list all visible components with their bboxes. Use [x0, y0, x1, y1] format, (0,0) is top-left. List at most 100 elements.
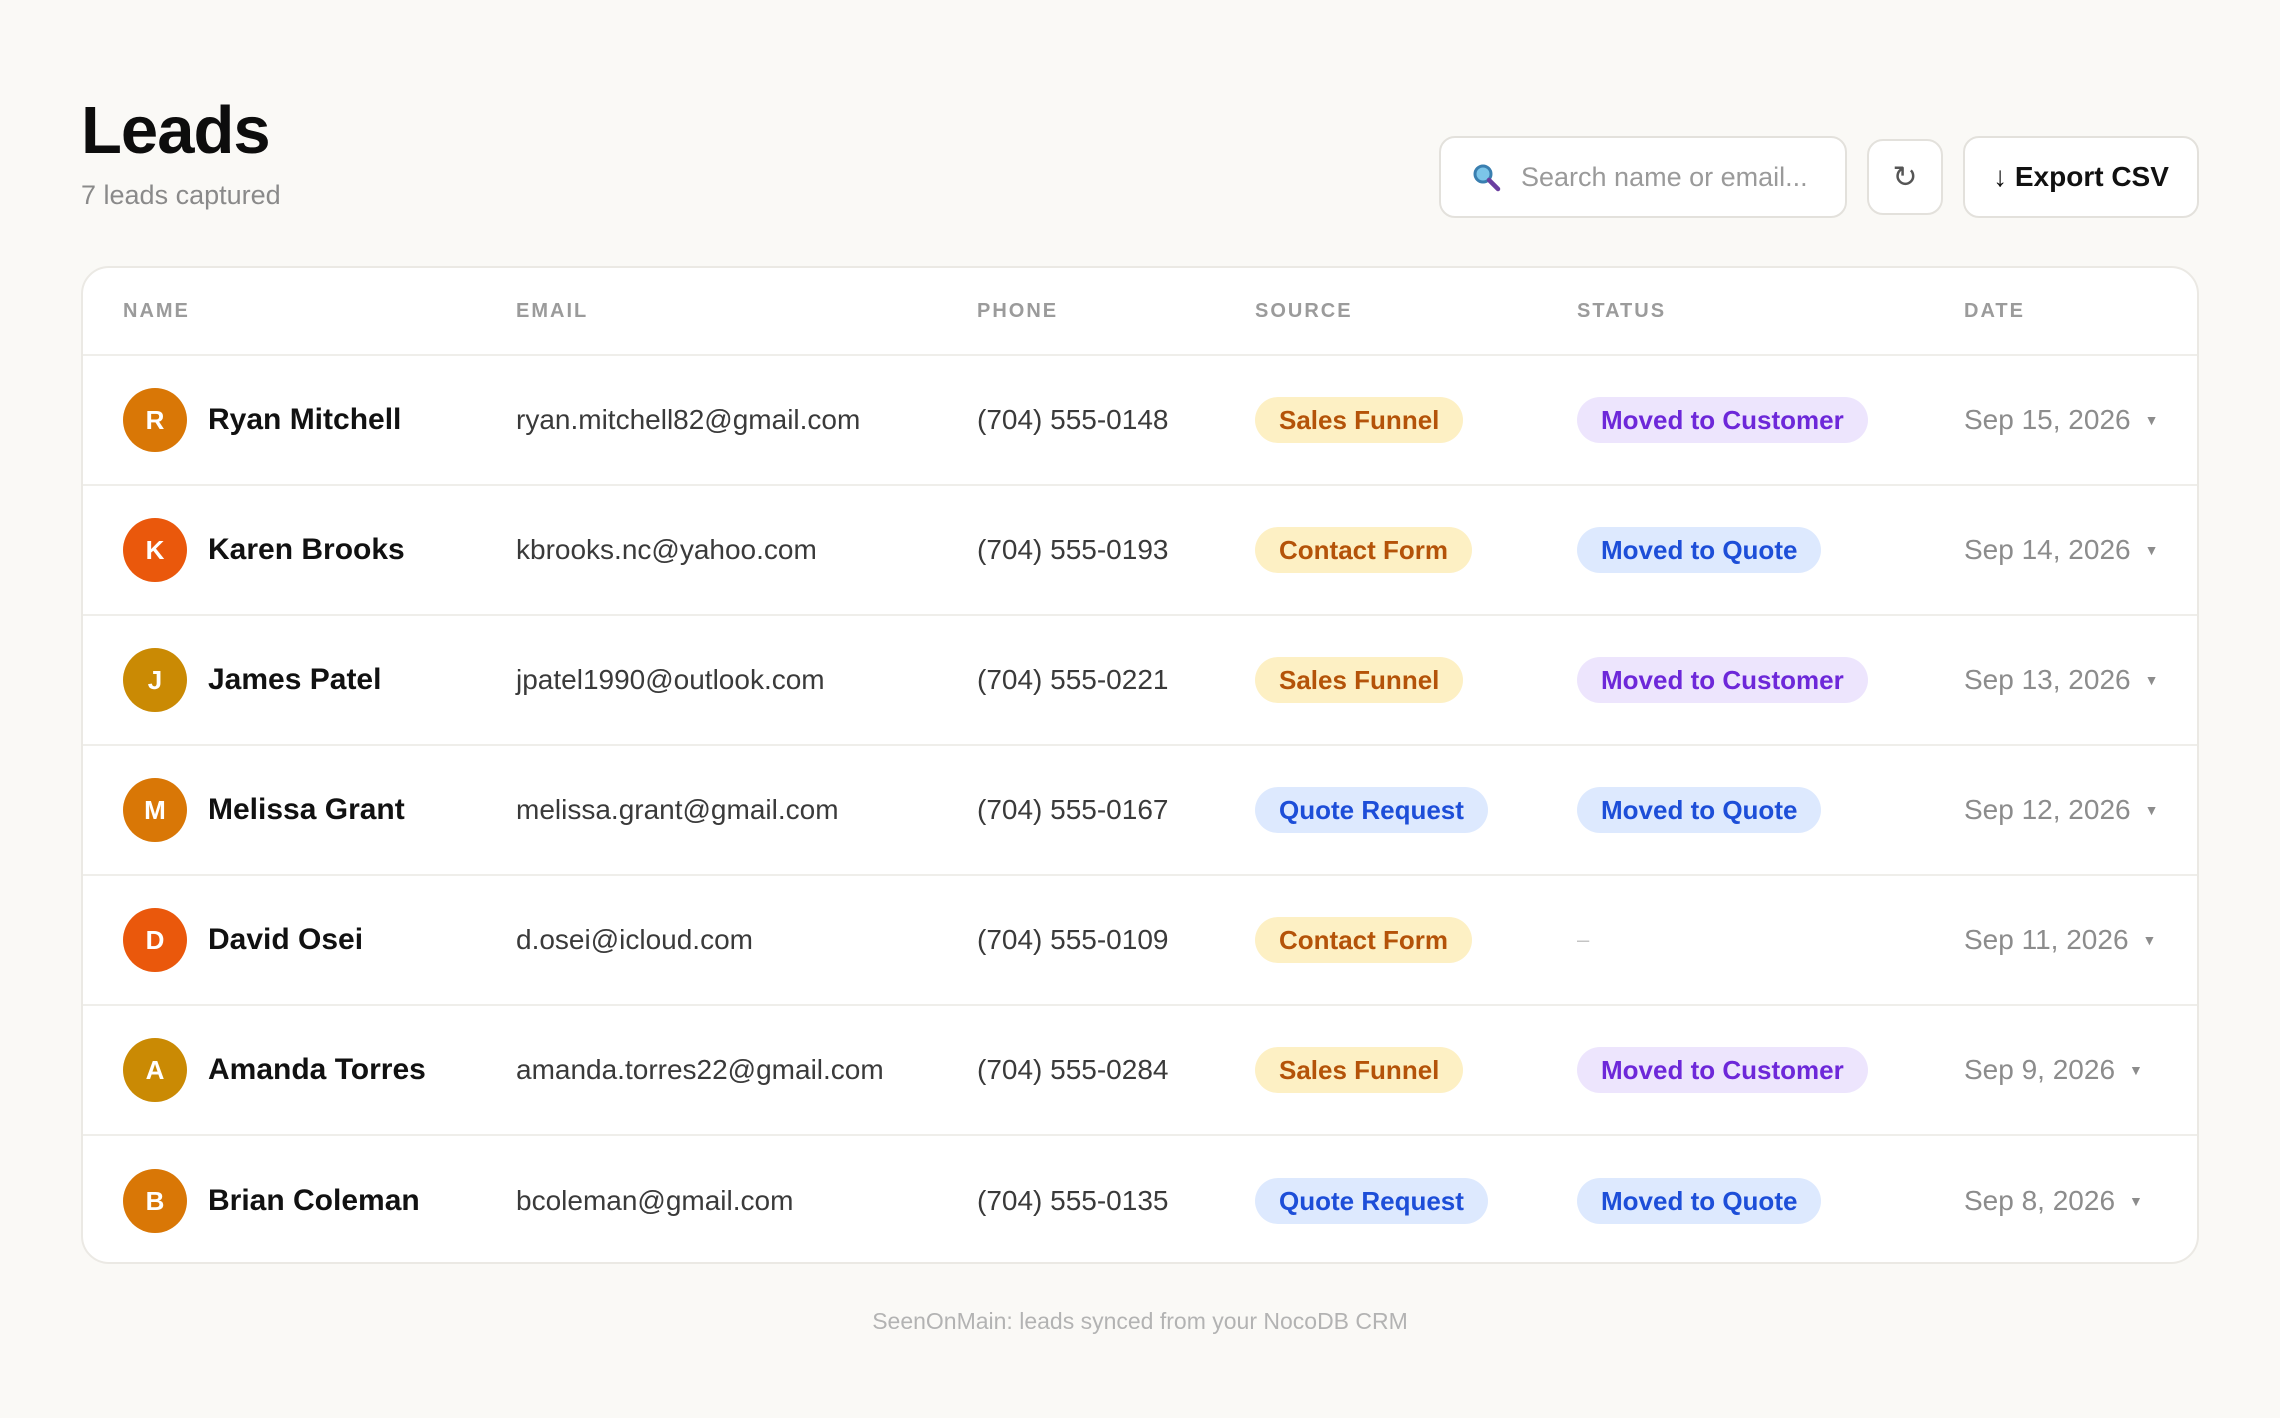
avatar: M [123, 778, 187, 842]
status-badge[interactable]: Moved to Quote [1577, 787, 1822, 833]
name-cell: J James Patel [123, 616, 381, 744]
date-cell[interactable]: Sep 14, 2026 ▼ [1964, 486, 2158, 614]
lead-name: Brian Coleman [208, 1184, 420, 1217]
footer-note: SeenOnMain: leads synced from your NocoD… [872, 1308, 1408, 1334]
leads-table: NAME EMAIL PHONE SOURCE STATUS DATE R Ry… [81, 266, 2199, 1264]
lead-phone: (704) 555-0109 [977, 924, 1169, 955]
status-cell: Moved to Customer [1577, 1006, 1868, 1134]
search-input[interactable] [1521, 161, 1821, 193]
name-cell: M Melissa Grant [123, 746, 405, 874]
lead-email: jpatel1990@outlook.com [516, 664, 825, 695]
source-cell: Sales Funnel [1255, 1006, 1464, 1134]
chevron-down-icon[interactable]: ▼ [2145, 412, 2159, 428]
table-row[interactable]: J James Patel jpatel1990@outlook.com (70… [83, 616, 2197, 746]
source-cell: Contact Form [1255, 486, 1472, 614]
status-cell: Moved to Customer [1577, 356, 1868, 484]
status-badge[interactable]: Moved to Quote [1577, 527, 1822, 573]
refresh-icon: ↻ [1892, 160, 1918, 194]
page-title: Leads [81, 93, 271, 168]
status-badge[interactable]: Moved to Customer [1577, 397, 1868, 443]
lead-phone: (704) 555-0221 [977, 664, 1169, 695]
lead-email: melissa.grant@gmail.com [516, 794, 839, 825]
column-header-email[interactable]: EMAIL [516, 300, 588, 323]
email-cell: kbrooks.nc@yahoo.com [516, 486, 817, 614]
phone-cell: (704) 555-0193 [977, 486, 1168, 614]
lead-phone: (704) 555-0135 [977, 1185, 1169, 1216]
chevron-down-icon[interactable]: ▼ [2129, 1193, 2143, 1209]
avatar: D [123, 908, 187, 972]
lead-date: Sep 14, 2026 [1964, 534, 2131, 565]
status-cell: Moved to Quote [1577, 1136, 1822, 1262]
avatar: R [123, 388, 187, 452]
chevron-down-icon[interactable]: ▼ [2143, 932, 2157, 948]
table-row[interactable]: R Ryan Mitchell ryan.mitchell82@gmail.co… [83, 356, 2197, 486]
email-cell: d.osei@icloud.com [516, 876, 753, 1004]
chevron-down-icon[interactable]: ▼ [2129, 1062, 2143, 1078]
phone-cell: (704) 555-0221 [977, 616, 1168, 744]
email-cell: jpatel1990@outlook.com [516, 616, 825, 744]
lead-email: d.osei@icloud.com [516, 924, 753, 955]
status-cell: Moved to Customer [1577, 616, 1868, 744]
page-header: Leads 7 leads captured [81, 88, 281, 211]
source-cell: Contact Form [1255, 876, 1472, 1004]
column-header-name[interactable]: NAME [123, 300, 190, 323]
email-cell: melissa.grant@gmail.com [516, 746, 839, 874]
date-cell[interactable]: Sep 15, 2026 ▼ [1964, 356, 2158, 484]
table-row[interactable]: K Karen Brooks kbrooks.nc@yahoo.com (704… [83, 486, 2197, 616]
email-cell: bcoleman@gmail.com [516, 1136, 794, 1262]
status-badge[interactable]: Moved to Quote [1577, 1178, 1822, 1224]
date-cell[interactable]: Sep 13, 2026 ▼ [1964, 616, 2158, 744]
lead-name: Karen Brooks [208, 533, 405, 566]
table-row[interactable]: B Brian Coleman bcoleman@gmail.com (704)… [83, 1136, 2197, 1262]
lead-name: David Osei [208, 923, 364, 956]
source-badge: Quote Request [1255, 1178, 1488, 1224]
date-cell[interactable]: Sep 9, 2026 ▼ [1964, 1006, 2143, 1134]
status-badge[interactable]: Moved to Customer [1577, 1047, 1868, 1093]
table-row[interactable]: A Amanda Torres amanda.torres22@gmail.co… [83, 1006, 2197, 1136]
lead-email: kbrooks.nc@yahoo.com [516, 534, 817, 565]
column-header-status[interactable]: STATUS [1577, 300, 1666, 323]
chevron-down-icon[interactable]: ▼ [2145, 802, 2159, 818]
avatar: K [123, 518, 187, 582]
lead-phone: (704) 555-0167 [977, 794, 1169, 825]
status-cell: Moved to Quote [1577, 746, 1822, 874]
column-header-phone[interactable]: PHONE [977, 300, 1058, 323]
name-cell: B Brian Coleman [123, 1136, 420, 1262]
table-row[interactable]: D David Osei d.osei@icloud.com (704) 555… [83, 876, 2197, 1006]
lead-phone: (704) 555-0284 [977, 1054, 1169, 1085]
name-cell: R Ryan Mitchell [123, 356, 401, 484]
chevron-down-icon[interactable]: ▼ [2145, 542, 2159, 558]
lead-date: Sep 11, 2026 [1964, 924, 2129, 955]
status-badge[interactable]: Moved to Customer [1577, 657, 1868, 703]
table-header: NAME EMAIL PHONE SOURCE STATUS DATE [83, 268, 2197, 356]
date-cell[interactable]: Sep 8, 2026 ▼ [1964, 1136, 2143, 1262]
source-badge: Contact Form [1255, 917, 1472, 963]
avatar: J [123, 648, 187, 712]
table-row[interactable]: M Melissa Grant melissa.grant@gmail.com … [83, 746, 2197, 876]
lead-date: Sep 15, 2026 [1964, 404, 2131, 435]
chevron-down-icon[interactable]: ▼ [2145, 672, 2159, 688]
lead-name: Melissa Grant [208, 793, 405, 826]
lead-name: James Patel [208, 663, 382, 696]
date-cell[interactable]: Sep 11, 2026 ▼ [1964, 876, 2156, 1004]
lead-date: Sep 9, 2026 [1964, 1054, 2116, 1085]
status-badge[interactable]: – [1577, 927, 1589, 953]
refresh-button[interactable]: ↻ [1867, 139, 1943, 215]
search-icon [1473, 164, 1501, 192]
column-header-date[interactable]: DATE [1964, 300, 2025, 323]
lead-email: amanda.torres22@gmail.com [516, 1054, 884, 1085]
source-badge: Sales Funnel [1255, 1047, 1464, 1093]
date-cell[interactable]: Sep 12, 2026 ▼ [1964, 746, 2158, 874]
search-box[interactable] [1439, 136, 1847, 218]
source-cell: Quote Request [1255, 746, 1488, 874]
email-cell: ryan.mitchell82@gmail.com [516, 356, 860, 484]
source-badge: Sales Funnel [1255, 397, 1464, 443]
column-header-source[interactable]: SOURCE [1255, 300, 1353, 323]
phone-cell: (704) 555-0148 [977, 356, 1168, 484]
email-cell: amanda.torres22@gmail.com [516, 1006, 884, 1134]
export-csv-button[interactable]: ↓ Export CSV [1963, 136, 2199, 218]
phone-cell: (704) 555-0135 [977, 1136, 1169, 1262]
source-cell: Sales Funnel [1255, 616, 1464, 744]
lead-email: bcoleman@gmail.com [516, 1185, 794, 1216]
lead-date: Sep 8, 2026 [1964, 1185, 2116, 1216]
